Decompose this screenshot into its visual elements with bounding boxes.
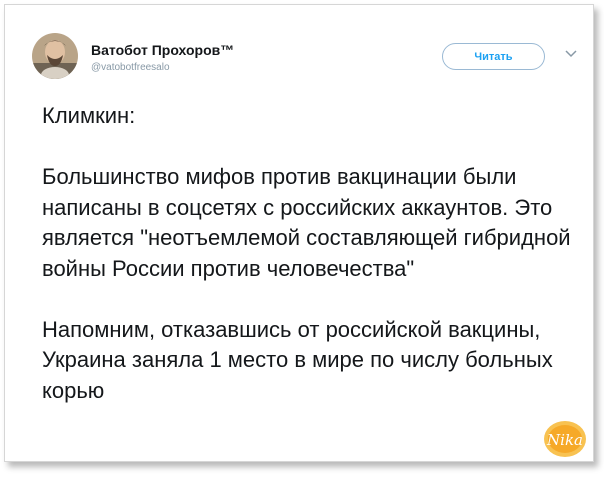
site-logo-watermark: Nika — [544, 421, 586, 457]
chevron-down-icon[interactable] — [564, 49, 578, 59]
tweet-text: Климкин: Большинство мифов против вакцин… — [42, 103, 571, 403]
author-name[interactable]: Ватобот Прохоров™ — [91, 42, 234, 58]
tweet-card: Ватобот Прохоров™ @vatobotfreesalo Читат… — [4, 4, 594, 462]
avatar[interactable] — [32, 33, 78, 79]
follow-button[interactable]: Читать — [442, 43, 545, 70]
avatar-image — [32, 33, 78, 79]
svg-text:Nika: Nika — [546, 431, 583, 449]
author-handle[interactable]: @vatobotfreesalo — [91, 62, 170, 73]
